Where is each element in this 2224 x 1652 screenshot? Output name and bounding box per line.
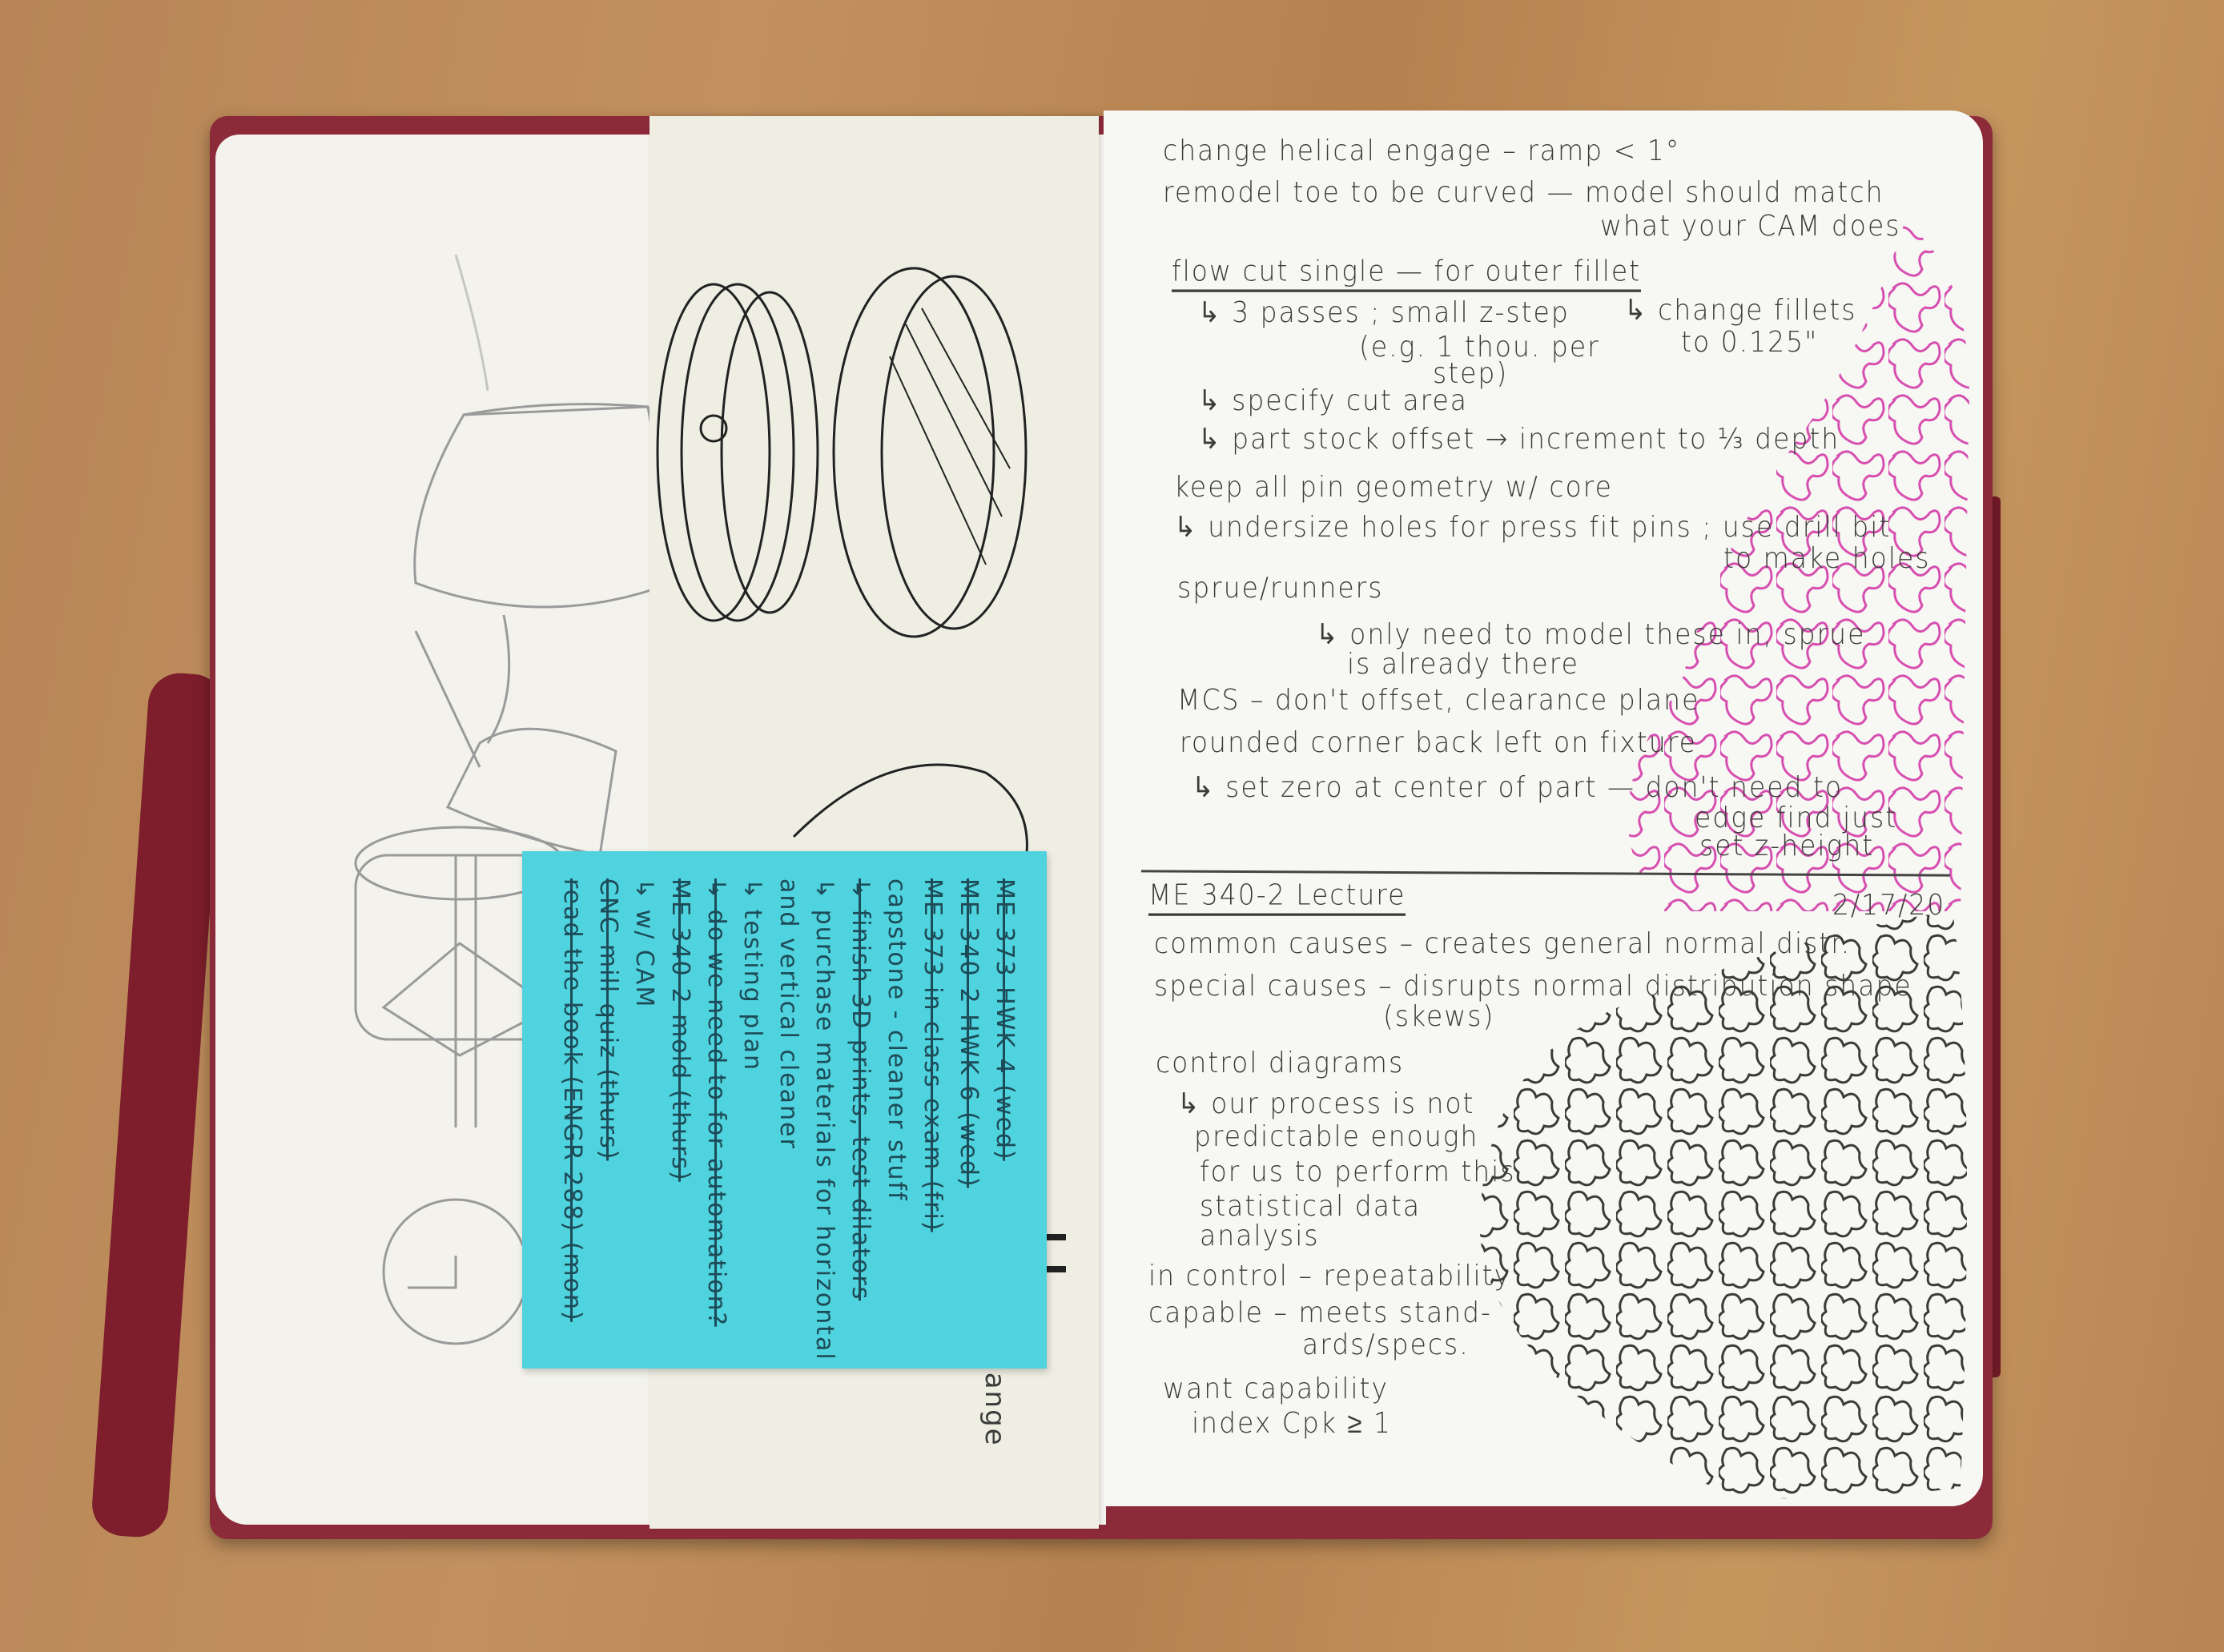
sticky-note-line: ↳ finish 3D prints, test dilators [847,878,875,1301]
sticky-note-line: ME 373 in class exam (fri) [919,878,947,1232]
sticky-note-line: ↳ do we need to for automation? [702,878,730,1327]
elastic-band [90,671,227,1539]
sticky-note-line: CNC mill quiz (thurs) [594,878,622,1161]
note-line: ↳ 3 passes ; small z-step [1198,295,1570,329]
lecture-line: in control – repeatability [1148,1258,1512,1292]
lecture-line: control diagrams [1156,1045,1405,1079]
note-line: is already there [1347,646,1579,681]
lecture-line: ards/specs. [1302,1327,1470,1361]
note-line: what your CAM does [1600,208,1901,243]
lecture-line: index Cpk ≥ 1 [1192,1405,1392,1440]
note-line: ↳ specify cut area [1198,383,1469,417]
lecture-line: ↳ our process is not [1177,1086,1475,1120]
sticky-note-line: ↳ purchase materials for horizontal [810,878,839,1361]
lecture-line: (skews) [1383,999,1495,1033]
note-line: to 0.125" [1681,324,1819,359]
lecture-line: want capability [1163,1371,1389,1405]
note-line: rounded corner back left on fixture [1180,725,1697,759]
lecture-title: ME 340-2 Lecture [1148,878,1406,916]
note-line: ↳ change fillets [1624,292,1857,327]
note-line: keep all pin geometry w/ core [1174,469,1613,504]
note-line: MCS – don't offset, clearance plane [1177,682,1700,717]
note-line: ↳ set zero at center of part — don't nee… [1192,770,1844,804]
note-line: to make holes [1723,541,1931,575]
lecture-line: common causes – creates general normal d… [1154,926,1852,960]
note-line: ↳ undersize holes for press fit pins ; u… [1174,509,1892,544]
sticky-note-line: capstone - cleaner stuff [883,878,911,1202]
sticky-note-line: ME 373 HWK 4 (wed) [991,878,1019,1161]
sticky-note-line: ↳ testing plan [738,878,766,1071]
note-line: set z-height [1699,828,1875,862]
sticky-note-text: ME 373 HWK 4 (wed) ME 340-2 HWK 6 (wed) ME… [522,851,1047,1369]
note-heading: sprue/runners [1177,570,1384,605]
sticky-note-line: ME 340-2 mold (thurs) [666,878,694,1182]
lecture-line: predictable enough [1194,1119,1479,1153]
note-line: remodel toe to be curved — model should … [1163,175,1884,209]
sticky-note-line: read the book (ENGR 288) (mon) [558,878,586,1322]
sticky-note: ME 373 HWK 4 (wed) ME 340-2 HWK 6 (wed) ME… [522,851,1047,1369]
lecture-line: capable – meets stand- [1148,1295,1492,1329]
lecture-date: 2/17/20 [1832,887,1946,922]
lecture-line: statistical data [1200,1188,1422,1223]
note-line: ↳ part stock offset → increment to ⅓ dep… [1198,421,1840,456]
lecture-line: analysis [1200,1218,1320,1252]
sticky-note-line: ME 340-2 HWK 6 (wed) [955,878,983,1188]
note-line: ↳ only need to model these in, sprue [1316,617,1866,651]
sticky-note-line: and vertical cleaner [774,878,802,1150]
sticky-note-line: ↳ w/ CAM [630,878,658,1009]
note-line: change helical engage – ramp < 1° [1163,133,1681,167]
lecture-line: for us to perform this [1200,1154,1516,1188]
note-heading: flow cut single — for outer fillet [1172,254,1642,292]
lecture-line: special causes – disrupts normal distrib… [1154,968,1912,1003]
